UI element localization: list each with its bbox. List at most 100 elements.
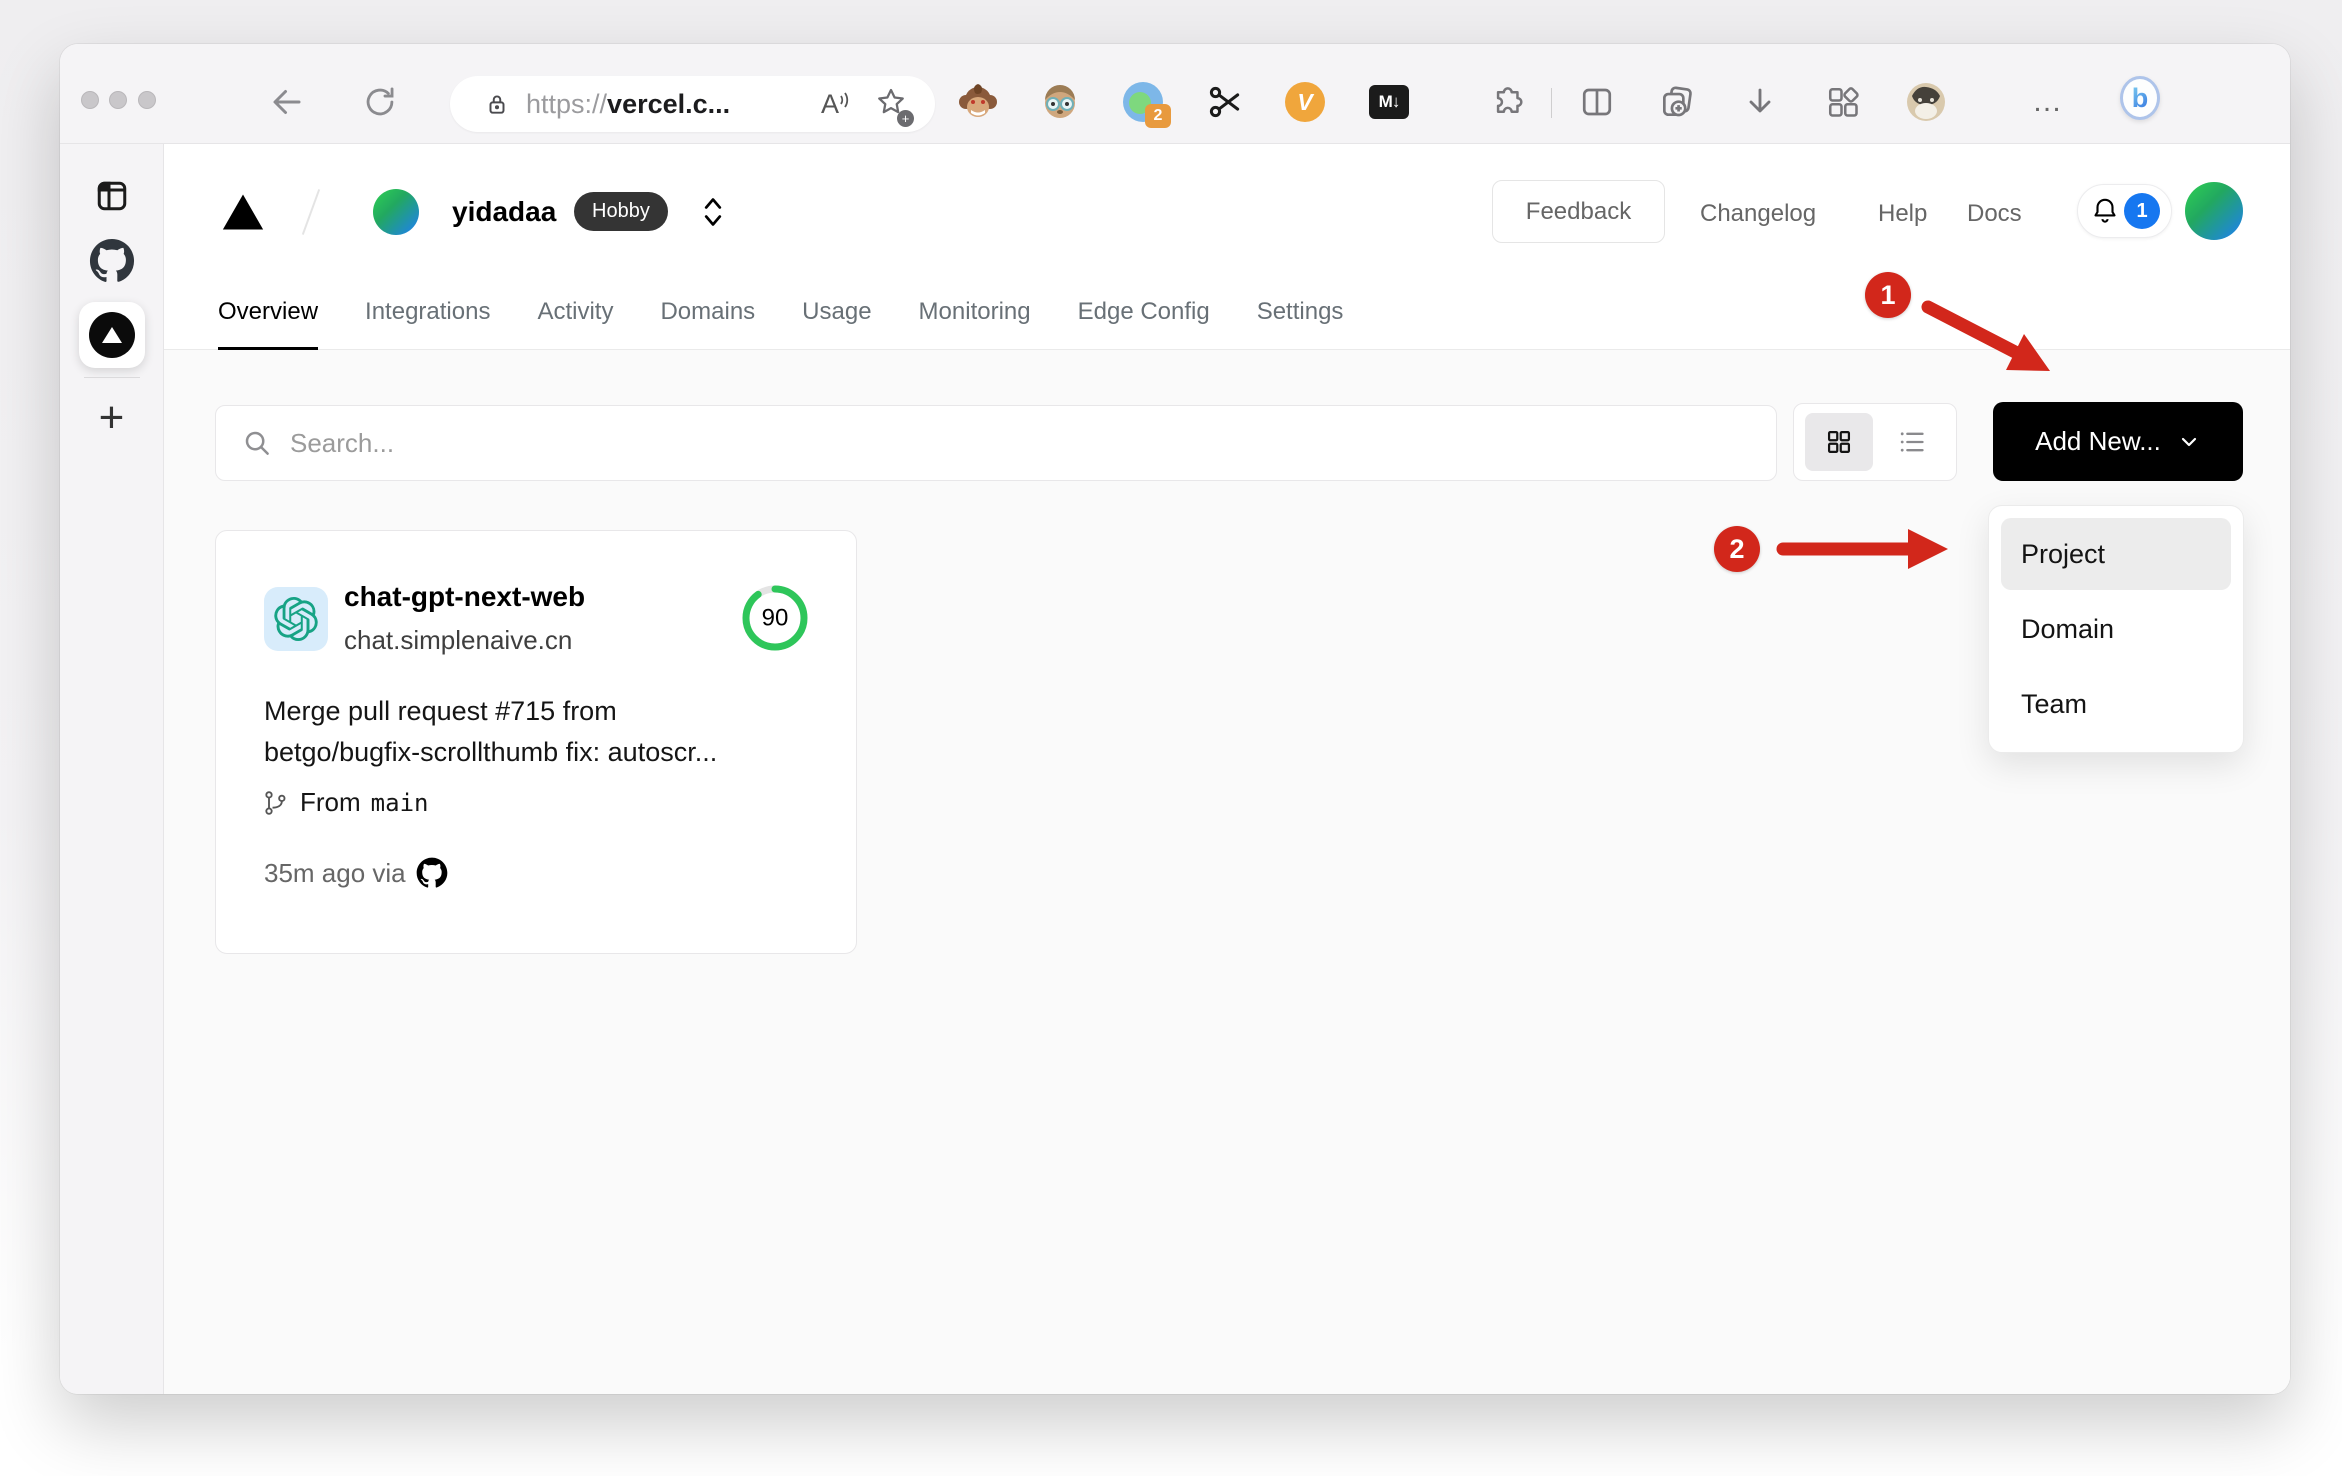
commit-message-line2: betgo/bugfix-scrollthumb fix: autoscr... [264, 737, 718, 767]
extension-tab-manager[interactable]: 2 [1123, 82, 1171, 128]
extension-tampermonkey[interactable] [958, 82, 998, 122]
grid-view-button[interactable] [1804, 413, 1873, 471]
blue-green-circle-icon: 2 [1123, 82, 1171, 128]
monkey-icon [959, 84, 997, 117]
star-plus-icon: + [897, 109, 914, 127]
cat-avatar [1907, 83, 1945, 121]
tab-domains[interactable]: Domains [660, 274, 755, 350]
feedback-label: Feedback [1525, 197, 1632, 225]
tab-settings[interactable]: Settings [1257, 274, 1344, 350]
sidebar-add-button[interactable]: + [99, 396, 125, 440]
dashboard-tabbar: Overview Integrations Activity Domains U… [164, 274, 2290, 351]
deploy-time: 35m ago via [264, 857, 406, 888]
add-new-button[interactable]: Add New... [1993, 402, 2243, 481]
tab-edge-config[interactable]: Edge Config [1078, 274, 1210, 350]
tab-activity[interactable]: Activity [537, 274, 613, 350]
bing-b-glyph: b [2131, 82, 2149, 113]
user-avatar[interactable] [2185, 182, 2243, 240]
search-bar [215, 405, 1777, 481]
video-ext-icon: V [1285, 82, 1325, 122]
dropdown-item-label: Domain [2021, 613, 2115, 644]
bell-icon [2094, 198, 2116, 223]
extension-sloth[interactable] [1040, 82, 1080, 122]
reload-icon [366, 87, 394, 116]
reader-a-icon: A [820, 88, 839, 119]
github-icon [89, 238, 134, 282]
project-card[interactable]: chat-gpt-next-web chat.simplenaive.cn 90… [215, 530, 857, 954]
team-avatar [373, 189, 419, 235]
extension-markdown[interactable]: M↓ [1369, 82, 1409, 122]
url-text: https://vercel.c... [526, 89, 730, 120]
vercel-logo [222, 194, 264, 230]
list-view-button[interactable] [1878, 413, 1946, 471]
address-bar[interactable]: https://vercel.c... A + [450, 76, 935, 132]
read-aloud-button[interactable]: A [821, 89, 851, 120]
window-close-button[interactable] [81, 91, 99, 109]
project-domain[interactable]: chat.simplenaive.cn [344, 625, 572, 656]
search-icon [245, 431, 269, 455]
view-toggle [1793, 403, 1957, 481]
sidebar-divider [84, 377, 140, 378]
feedback-button[interactable]: Feedback [1492, 180, 1665, 243]
extension-video-downloader[interactable]: V [1285, 82, 1325, 122]
dropdown-item-project[interactable]: Project [2001, 518, 2231, 590]
add-new-dropdown: Project Domain Team [1988, 505, 2244, 753]
bing-chat-button[interactable]: b [2120, 76, 2160, 120]
link-help[interactable]: Help [1878, 200, 1927, 228]
window-minimize-button[interactable] [109, 91, 127, 109]
sidebar-panel-button[interactable] [94, 178, 130, 214]
tab-monitoring[interactable]: Monitoring [919, 274, 1031, 350]
collections-button[interactable] [1657, 82, 1697, 122]
commit-message-line1: Merge pull request #715 from [264, 696, 617, 726]
toolbar-separator [1551, 88, 1552, 118]
more-options-button[interactable]: … [2028, 82, 2068, 122]
edge-sidebar: + [60, 144, 164, 1394]
search-input[interactable] [290, 427, 1776, 459]
deployment-meta: 35m ago via [264, 857, 448, 889]
dashboard-content: Add New... Project Domain Team chat-gpt-… [164, 350, 2290, 1394]
collections-icon [1662, 86, 1692, 117]
apps-button[interactable] [1823, 82, 1863, 122]
favorite-button[interactable]: + [875, 86, 914, 127]
git-branch-icon [265, 790, 286, 815]
annotation-step-1: 1 [1865, 272, 1911, 318]
lock-icon [489, 95, 505, 114]
plus-icon: + [98, 393, 125, 442]
grid-view-icon [1827, 430, 1850, 454]
team-switcher-chevrons-icon[interactable] [700, 195, 726, 229]
project-icon-wrap [264, 587, 328, 651]
read-aloud-waves-icon [840, 91, 849, 108]
browser-toolbar: https://vercel.c... A + 2 V M↓ … b [60, 44, 2290, 144]
vercel-circle-icon [88, 312, 135, 358]
back-button[interactable] [267, 82, 307, 122]
bing-bubble-icon: b [2120, 76, 2160, 120]
sloth-face-icon [1045, 85, 1075, 118]
url-scheme: https:// [526, 88, 608, 119]
github-source-icon [416, 857, 447, 888]
breadcrumb-slash [301, 189, 321, 235]
window-zoom-button[interactable] [138, 91, 156, 109]
tab-usage[interactable]: Usage [802, 274, 871, 350]
sidebar-panel-icon [97, 181, 126, 211]
tab-integrations[interactable]: Integrations [365, 274, 490, 350]
annotation-step-2: 2 [1714, 526, 1760, 572]
extension-clipper[interactable] [1205, 82, 1245, 122]
split-screen-button[interactable] [1577, 82, 1617, 122]
sidebar-vercel-tab-active[interactable] [78, 302, 145, 368]
reload-button[interactable] [360, 82, 400, 122]
puzzle-icon [1496, 87, 1523, 113]
downloads-button[interactable] [1740, 82, 1780, 122]
link-docs[interactable]: Docs [1967, 200, 2022, 228]
extensions-menu-button[interactable] [1485, 82, 1525, 122]
add-new-label: Add New... [2035, 426, 2161, 456]
sidebar-github-button[interactable] [89, 238, 135, 284]
vercel-dashboard: yidadaa Hobby Feedback Changelog Help Do… [164, 144, 2290, 1394]
dropdown-item-domain[interactable]: Domain [2001, 593, 2231, 665]
tab-overview[interactable]: Overview [218, 274, 319, 351]
dropdown-item-team[interactable]: Team [2001, 668, 2231, 740]
split-screen-icon [1582, 88, 1612, 116]
notifications-button[interactable]: 1 [2077, 184, 2172, 238]
link-changelog[interactable]: Changelog [1700, 200, 1816, 228]
browser-profile-button[interactable] [1906, 82, 1946, 122]
team-name: yidadaa [452, 196, 557, 227]
